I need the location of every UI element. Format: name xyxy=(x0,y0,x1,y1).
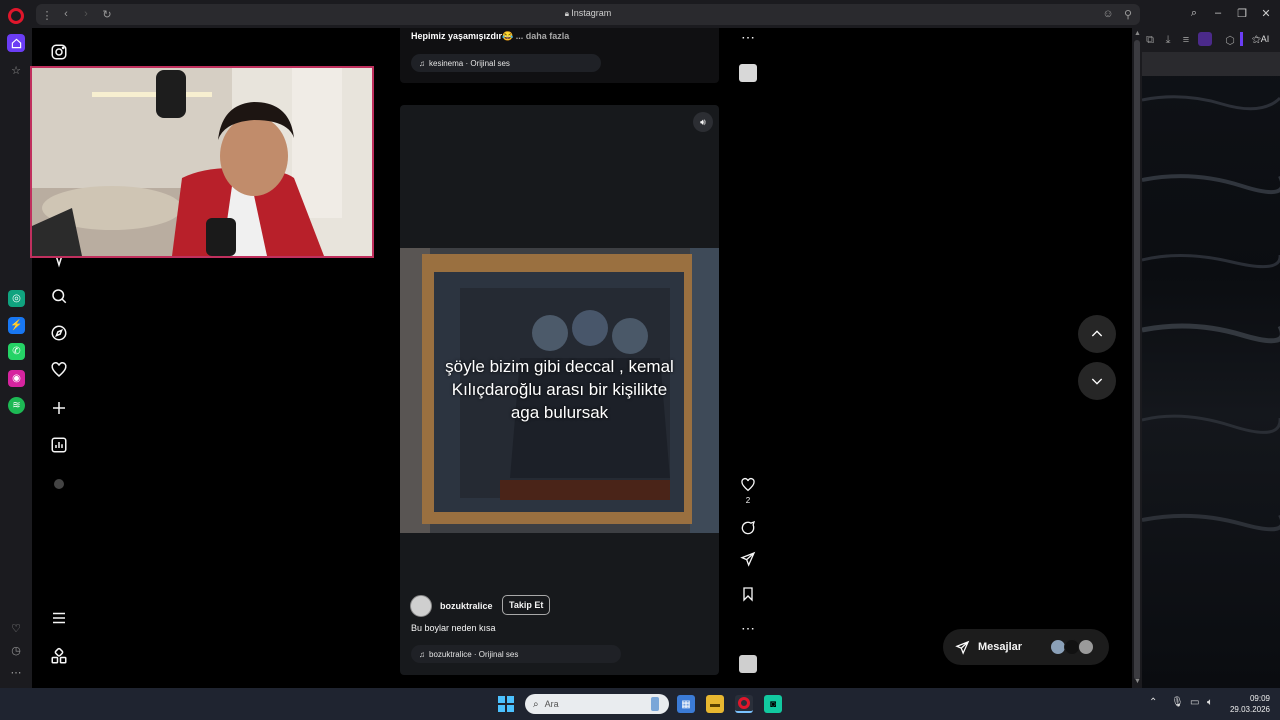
spotify-icon[interactable]: ≋ xyxy=(8,397,25,414)
heart-icon[interactable]: ♡ xyxy=(8,620,24,636)
ai-button[interactable]: ⚝AI xyxy=(1252,34,1269,45)
emoji-icon[interactable]: ☺ xyxy=(1100,6,1116,22)
comment-icon[interactable] xyxy=(737,517,759,539)
volume-tray-icon[interactable]: 🔈︎ xyxy=(1207,697,1213,708)
scroll-down-icon[interactable]: ▼ xyxy=(1134,678,1141,685)
address-title: 🔒︎ Instagram xyxy=(564,8,612,18)
taskbar-search-placeholder: Ara xyxy=(544,699,559,709)
share-icon[interactable] xyxy=(737,548,759,570)
previous-reel-audio-thumb[interactable] xyxy=(739,64,757,82)
opera-taskbar-icon[interactable] xyxy=(735,695,753,713)
microphone-icon[interactable]: 🎙︎ xyxy=(1171,697,1184,708)
more-icon[interactable]: ⋯ xyxy=(8,664,24,680)
search-highlight-icon xyxy=(651,697,659,711)
search-icon: ⌕ xyxy=(533,698,539,710)
ai-icon: ⚝ xyxy=(1252,34,1261,44)
chevron-up-icon xyxy=(1091,330,1103,337)
scrollbar-thumb[interactable] xyxy=(1134,40,1140,680)
webcam-overlay xyxy=(30,66,374,258)
whatsapp-icon[interactable]: ✆ xyxy=(8,343,25,360)
create-plus-icon[interactable] xyxy=(48,397,70,419)
background-window xyxy=(1141,0,1280,688)
music-note-icon: ♫ xyxy=(419,58,425,68)
more-link[interactable]: ... daha fazla xyxy=(516,31,570,41)
explore-icon[interactable] xyxy=(48,322,70,344)
profile-avatar-icon[interactable] xyxy=(48,473,70,495)
reel-audio-thumb[interactable] xyxy=(739,655,757,673)
follow-button[interactable]: Takip Et xyxy=(502,595,551,615)
previous-reel-card: Hepimiz yaşamışızdır😂 ... daha fazla ♫ k… xyxy=(400,28,719,83)
extension-purple-icon[interactable] xyxy=(1198,32,1212,46)
reel-more-icon[interactable]: ⋯ xyxy=(737,617,759,639)
messages-button[interactable]: Mesajlar xyxy=(943,629,1109,665)
notifications-heart-icon[interactable] xyxy=(48,359,70,381)
reel-caption: Bu boylar neden kısa xyxy=(411,623,496,633)
like-count: 2 xyxy=(745,496,751,505)
chevron-down-icon xyxy=(1091,378,1103,385)
chatgpt-icon[interactable]: ◎ xyxy=(8,290,25,307)
pin-icon[interactable]: ⚲ xyxy=(1120,6,1136,22)
volume-icon[interactable]: 🔊︎ xyxy=(693,112,713,132)
right-window-address-bar[interactable] xyxy=(1142,52,1280,76)
more-menu-icon[interactable] xyxy=(48,607,70,629)
dashboard-icon[interactable] xyxy=(48,434,70,456)
app-taskbar-icon[interactable]: ◙ xyxy=(764,695,782,713)
opera-logo-icon[interactable] xyxy=(8,8,24,24)
save-bookmark-icon[interactable] xyxy=(737,583,759,605)
cube-icon[interactable]: ⬡ xyxy=(1222,32,1238,48)
accent-divider xyxy=(1240,32,1243,46)
reel-author-username[interactable]: bozuktralice xyxy=(440,601,493,611)
instagram-logo-icon[interactable] xyxy=(48,41,70,63)
browser-sidebar: ☆ ◎ ⚡ ✆ ◉ ≋ ♡ ◷ ⋯ xyxy=(0,0,32,688)
music-note-icon: ♫ xyxy=(419,649,425,659)
extension-icon[interactable]: ⧉ xyxy=(1142,32,1158,48)
webcam-feed-image xyxy=(32,68,372,256)
messages-avatars xyxy=(1050,639,1095,655)
like-icon[interactable] xyxy=(737,474,759,496)
message-avatar xyxy=(1078,639,1095,655)
right-window-toolbar: ⧉ ⤓ ≡ ⬡ ⚝AI xyxy=(1142,28,1280,52)
reel-overlay-text: şöyle bizim gibi deccal , kemal Kılıçdar… xyxy=(445,357,674,422)
previous-reel-button[interactable] xyxy=(1078,315,1116,353)
next-reel-button[interactable] xyxy=(1078,362,1116,400)
start-button[interactable] xyxy=(498,696,514,712)
list-icon[interactable]: ≡ xyxy=(1178,32,1194,48)
download-icon[interactable]: ⤓ xyxy=(1160,32,1176,48)
instagram-app-icon[interactable]: ◉ xyxy=(8,370,25,387)
close-icon[interactable]: ✕ xyxy=(1258,5,1274,21)
previous-reel-caption: Hepimiz yaşamışızdır😂 ... daha fazla xyxy=(411,31,570,41)
reel-card[interactable]: 🔊︎ şöyle bizim gibi deccal , kemal Kılıç… xyxy=(400,105,719,675)
right-window-titlebar: ⌕ – ❐ ✕ xyxy=(1142,0,1280,28)
scroll-up-icon[interactable]: ▲ xyxy=(1134,30,1141,37)
send-icon xyxy=(955,640,970,655)
ocean-wallpaper xyxy=(1141,95,1280,532)
clock[interactable]: 09:09 29.03.2026 xyxy=(1226,693,1270,715)
reel-audio[interactable]: ♫ bozuktralice · Orijinal ses xyxy=(411,645,621,663)
search-icon[interactable] xyxy=(48,285,70,307)
history-icon[interactable]: ◷ xyxy=(8,642,24,658)
network-icon[interactable]: ▭ xyxy=(1190,697,1199,708)
address-bar[interactable]: ⋮ ‹ › ↻ 🔒︎ Instagram ☺ ⚲ xyxy=(36,4,1140,25)
search-icon[interactable]: ⌕ xyxy=(1186,5,1202,21)
reel-video[interactable]: şöyle bizim gibi deccal , kemal Kılıçdar… xyxy=(400,248,719,533)
messenger-icon[interactable]: ⚡ xyxy=(8,317,25,334)
previous-reel-audio[interactable]: ♫ kesinema · Orijinal ses xyxy=(411,54,601,72)
page-scrollbar[interactable]: ▲ ▼ xyxy=(1132,28,1142,688)
reel-author-avatar[interactable] xyxy=(410,595,432,617)
file-explorer-icon[interactable]: ▬ xyxy=(706,695,724,713)
also-from-meta-icon[interactable] xyxy=(48,645,70,667)
messages-label: Mesajlar xyxy=(978,641,1023,653)
star-icon[interactable]: ☆ xyxy=(8,62,24,78)
taskbar-search[interactable]: ⌕ Ara xyxy=(525,694,669,714)
home-icon[interactable] xyxy=(7,34,25,52)
store-icon[interactable]: ▦ xyxy=(677,695,695,713)
minimize-icon[interactable]: – xyxy=(1210,5,1226,21)
maximize-icon[interactable]: ❐ xyxy=(1234,5,1250,21)
previous-reel-more-icon[interactable]: ⋯ xyxy=(737,26,759,48)
tray-chevron-icon[interactable]: ⌃ xyxy=(1149,697,1157,708)
